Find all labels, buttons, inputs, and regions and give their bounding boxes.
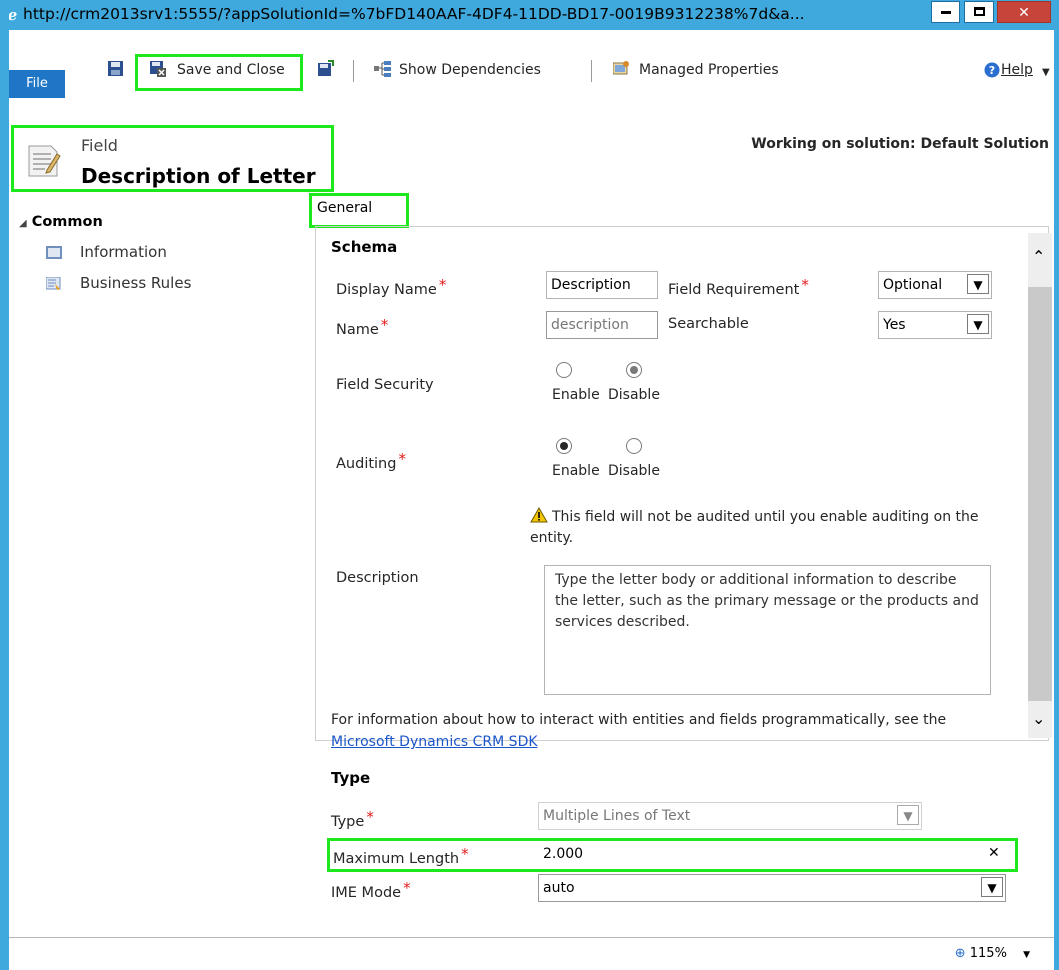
command-bar: File Save and Close Show Dependencies Ma… [9,30,1054,117]
auditing-enable-label: Enable [552,463,600,479]
maximize-button[interactable] [964,1,994,23]
schema-heading: Schema [331,238,398,256]
field-security-disable-radio[interactable] [626,362,642,378]
sdk-info: For information about how to interact wi… [331,709,1021,753]
auditing-disable-label: Disable [608,463,660,479]
minimize-button[interactable] [931,1,960,23]
nav-item-information[interactable]: Information [46,243,167,261]
chevron-down-icon: ▼ [967,314,989,334]
required-asterisk: * [801,276,809,294]
sdk-link[interactable]: Microsoft Dynamics CRM SDK [331,734,538,750]
close-button[interactable]: ✕ [997,1,1051,23]
managed-properties-label: Managed Properties [639,62,779,78]
field-security-label: Field Security [336,377,434,393]
nav-section-label: Common [31,214,103,230]
auditing-enable-radio[interactable] [556,438,572,454]
type-label: Type * [331,808,374,830]
auditing-disable-radio[interactable] [626,438,642,454]
help-label: Help [1001,62,1033,78]
maximize-icon [973,7,985,16]
required-asterisk: * [380,316,389,334]
description-label: Description [336,570,419,586]
window-title: http://crm2013srv1:5555/?appSolutionId=%… [23,5,805,23]
audit-warning: This field will not be audited until you… [530,507,979,546]
save-and-close-highlight [135,54,303,91]
scrollbar-thumb[interactable] [1028,287,1052,701]
field-security-enable-radio[interactable] [556,362,572,378]
window-border-left [0,0,9,970]
nav-section-common[interactable]: ◢ Common [19,214,103,230]
zoom-icon: ⊕ [954,946,966,961]
title-highlight [11,125,334,192]
required-asterisk: * [398,450,406,468]
help-chevron-down-icon: ▼ [1042,67,1050,78]
file-button[interactable]: File [9,70,65,98]
sdk-info-text: For information about how to interact wi… [331,712,947,728]
save-icon[interactable] [107,60,124,77]
nav-item-label: Information [80,243,167,261]
collapse-triangle-icon: ◢ [19,218,27,229]
status-bar: ⊕ 115% ▼ [9,937,1054,970]
scroll-down-icon[interactable]: ⌄ [1032,709,1045,728]
window-border-right [1054,0,1059,970]
required-asterisk: * [366,808,374,826]
svg-text:?: ? [989,64,995,77]
chevron-down-icon: ▼ [967,274,989,294]
save-as-icon[interactable] [317,60,334,77]
ime-mode-select[interactable]: auto ▼ [538,874,1006,902]
tab-highlight [309,193,409,228]
scroll-up-icon[interactable]: ⌃ [1032,247,1045,266]
toolbar-separator [353,60,354,82]
description-textarea[interactable]: Type the letter body or additional infor… [544,565,991,695]
zoom-chevron-down-icon: ▼ [1023,950,1030,960]
zoom-level: 115% [969,946,1007,961]
auditing-label: Auditing * [336,450,406,472]
nav-item-label: Business Rules [80,274,192,292]
window-titlebar: ℯ http://crm2013srv1:5555/?appSolutionId… [0,0,1059,30]
nav-item-business-rules[interactable]: Business Rules [46,274,191,292]
searchable-select[interactable]: Yes ▼ [878,311,992,339]
display-name-input[interactable]: Description [546,271,658,299]
information-icon [46,246,62,259]
minimize-icon [940,11,951,14]
field-requirement-label: Field Requirement * [668,276,809,298]
field-security-enable-label: Enable [552,387,600,403]
managed-properties-icon [613,61,629,75]
business-rules-icon [46,277,61,290]
help-icon: ? [984,62,1000,78]
field-requirement-select[interactable]: Optional ▼ [878,271,992,299]
form-scrollbar[interactable]: ⌃ ⌄ [1028,233,1052,738]
maximum-length-highlight [327,838,1018,872]
warning-icon [530,507,548,523]
dependencies-icon [374,61,391,77]
field-security-disable-label: Disable [608,387,660,403]
type-heading: Type [331,769,371,787]
name-input[interactable]: description [546,311,658,339]
chevron-down-icon: ▼ [981,877,1003,897]
working-on-solution: Working on solution: Default Solution [751,136,1049,152]
zoom-control[interactable]: ⊕ 115% ▼ [955,946,1030,961]
close-icon: ✕ [1018,5,1030,21]
type-select[interactable]: Multiple Lines of Text ▼ [538,802,922,830]
toolbar-separator [591,60,592,82]
name-label: Name * [336,316,389,338]
show-dependencies-label: Show Dependencies [399,62,541,78]
required-asterisk: * [403,879,411,897]
searchable-label: Searchable [668,316,749,332]
display-name-label: Display Name * [336,276,447,298]
chevron-down-icon: ▼ [897,805,919,825]
ime-mode-label: IME Mode * [331,879,411,901]
required-asterisk: * [438,276,447,294]
